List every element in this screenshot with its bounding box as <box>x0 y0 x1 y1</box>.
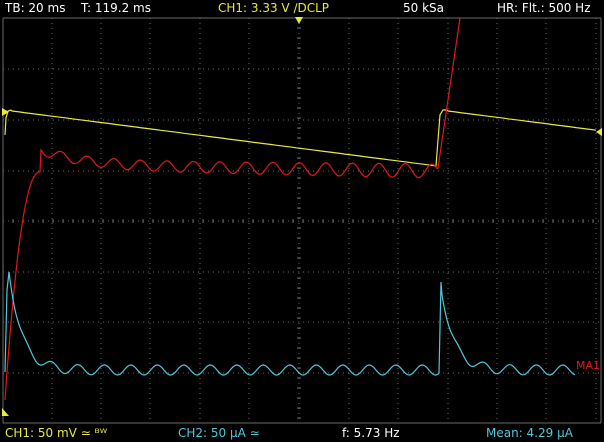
math-trace-label: MA1 <box>576 359 601 372</box>
trigger-time-readout[interactable]: T: 119.2 ms <box>81 0 151 17</box>
timebase-readout[interactable]: TB: 20 ms <box>5 0 65 17</box>
oscilloscope-screen <box>0 0 604 442</box>
ch2-scale-readout[interactable]: CH2: 50 µA ≃ <box>178 424 260 442</box>
ch1-scale-readout[interactable]: CH1: 50 mV ≃ ᴮᵂ <box>5 424 107 442</box>
channel1-readout[interactable]: CH1: 3.33 V ∕DCLP <box>218 0 329 17</box>
status-header-bar: TB: 20 ms T: 119.2 ms CH1: 3.33 V ∕DCLP … <box>0 0 604 17</box>
acquisition-mode-readout[interactable]: HR: Flt.: 500 Hz <box>497 0 591 17</box>
frequency-readout: f: 5.73 Hz <box>342 426 400 440</box>
status-footer-bar: CH1: 50 mV ≃ ᴮᵂ CH2: 50 µA ≃ f: 5.73 Hz … <box>0 424 604 442</box>
sample-rate-readout[interactable]: 50 kSa <box>403 0 444 17</box>
mean-readout: Mean: 4.29 µA <box>486 426 573 440</box>
